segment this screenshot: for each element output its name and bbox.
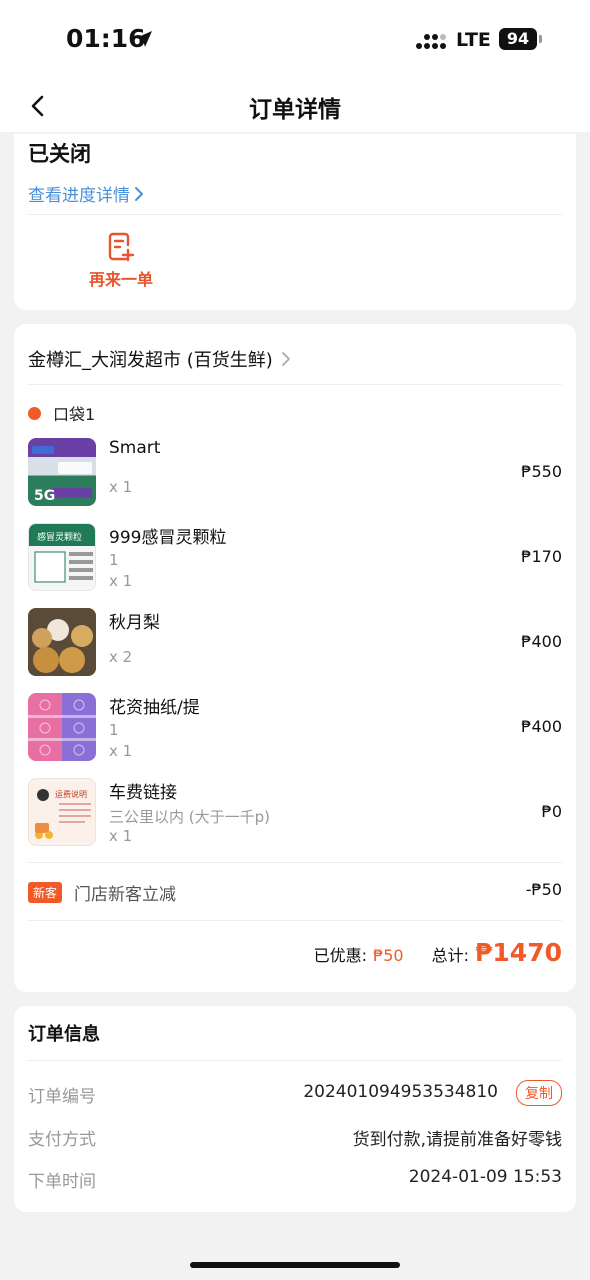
sim-card-image: 5G <box>32 446 92 504</box>
total-value: ₱1470 <box>475 938 562 967</box>
battery-tip <box>539 35 542 43</box>
info-row-order-time: 下单时间 2024-01-09 15:53 <box>28 1167 562 1193</box>
divider <box>28 384 562 385</box>
order-time: 2024-01-09 15:53 <box>408 1167 562 1187</box>
product-name: 999感冒灵颗粒 <box>109 528 227 548</box>
product-qty: x 1 <box>109 742 133 760</box>
payment-method: 货到付款,请提前准备好零钱 <box>352 1130 562 1150</box>
new-customer-badge: 新客 <box>28 882 63 903</box>
product-image: 5G <box>28 438 96 506</box>
product-name: 花资抽纸/提 <box>109 698 200 718</box>
product-price: ₱400 <box>521 717 562 736</box>
divider <box>28 214 562 215</box>
battery-level: 94 <box>499 28 537 50</box>
page-title: 订单详情 <box>249 97 341 123</box>
total-label: 总计: <box>431 946 470 965</box>
product-price: ₱0 <box>541 802 562 821</box>
bag-header: 口袋1 <box>28 401 95 425</box>
product-name: 秋月梨 <box>109 613 160 633</box>
product-price: ₱400 <box>521 632 562 651</box>
info-label: 支付方式 <box>28 1130 96 1150</box>
order-info-title: 订单信息 <box>28 1024 100 1045</box>
order-number: 202401094953534810 <box>303 1082 498 1102</box>
location-arrow-icon <box>136 31 152 47</box>
pear-image <box>28 608 96 676</box>
product-spec: 1 <box>109 551 119 569</box>
signal-icon <box>416 34 446 49</box>
product-spec: 1 <box>109 721 119 739</box>
delivery-fee-image: 运费说明 <box>35 789 91 839</box>
divider <box>28 862 562 863</box>
product-name: Smart <box>109 438 161 458</box>
progress-details-link[interactable]: 查看进度详情 <box>28 181 144 206</box>
product-thumb-text: 运费说明 <box>55 789 87 799</box>
info-label: 订单编号 <box>28 1087 96 1107</box>
discount-label: 已优惠: <box>313 946 368 965</box>
store-name: 金樽汇_大润发超市 (百货生鲜) <box>28 350 273 371</box>
product-price: ₱170 <box>521 547 562 566</box>
product-qty: x 1 <box>109 572 133 590</box>
product-qty: x 2 <box>109 648 133 666</box>
status-bar: 01:16 LTE 94 <box>0 0 590 80</box>
reorder-button[interactable]: 再来一单 <box>76 232 166 292</box>
product-qty: x 1 <box>109 478 133 496</box>
bag-label: 口袋1 <box>53 405 96 424</box>
divider <box>28 920 562 921</box>
progress-details-label: 查看进度详情 <box>28 186 130 206</box>
promo-amount: -₱50 <box>525 880 562 899</box>
order-item[interactable]: 感冒灵颗粒 999感冒灵颗粒 1 x 1 ₱170 <box>28 523 562 593</box>
order-item[interactable]: 秋月梨 x 2 ₱400 <box>28 608 562 678</box>
promo-row: 新客 门店新客立减 -₱50 <box>28 880 562 905</box>
order-item[interactable]: 花资抽纸/提 1 x 1 ₱400 <box>28 693 562 763</box>
product-image <box>28 608 96 676</box>
medicine-box-image: 感冒灵颗粒 <box>29 524 95 583</box>
nav-bar: 订单详情 <box>0 80 590 132</box>
product-image: 运费说明 <box>28 778 96 846</box>
order-items-card: 金樽汇_大润发超市 (百货生鲜) 口袋1 5G Smart x 1 ₱550 感… <box>14 324 576 992</box>
chevron-right-icon <box>281 352 290 366</box>
product-thumb-text: 5G <box>34 488 55 504</box>
product-name: 车费链接 <box>109 783 177 803</box>
network-type: LTE <box>456 29 491 51</box>
order-status-card: 已关闭 查看进度详情 再来一单 <box>14 134 576 310</box>
product-spec: 三公里以内 (大于一千p) <box>109 808 270 826</box>
order-item[interactable]: 运费说明 车费链接 三公里以内 (大于一千p) x 1 ₱0 <box>28 778 562 848</box>
reorder-icon <box>108 232 135 262</box>
promo-text: 门店新客立减 <box>74 885 176 905</box>
order-totals: 已优惠: ₱50 总计: ₱1470 <box>314 938 562 967</box>
info-row-payment: 支付方式 货到付款,请提前准备好零钱 <box>28 1125 562 1151</box>
divider <box>28 1060 562 1061</box>
store-link[interactable]: 金樽汇_大润发超市 (百货生鲜) <box>28 346 291 372</box>
discount-value: ₱50 <box>373 946 404 965</box>
product-thumb-text: 感冒灵颗粒 <box>37 531 82 543</box>
copy-button[interactable]: 复制 <box>516 1080 562 1106</box>
product-image <box>28 693 96 761</box>
product-price: ₱550 <box>521 462 562 481</box>
order-status-title: 已关闭 <box>28 142 91 166</box>
info-label: 下单时间 <box>28 1172 96 1192</box>
product-qty: x 1 <box>109 827 133 845</box>
chevron-right-icon <box>135 186 143 201</box>
bag-dot-icon <box>28 406 41 420</box>
product-image: 感冒灵颗粒 <box>28 523 96 591</box>
tissue-pack-image <box>28 693 96 761</box>
reorder-label: 再来一单 <box>88 270 153 289</box>
order-item[interactable]: 5G Smart x 1 ₱550 <box>28 438 562 508</box>
order-info-card: 订单信息 订单编号 202401094953534810 复制 支付方式 货到付… <box>14 1006 576 1212</box>
home-indicator[interactable] <box>190 1262 400 1268</box>
info-row-order-number: 订单编号 202401094953534810 复制 <box>28 1080 562 1108</box>
